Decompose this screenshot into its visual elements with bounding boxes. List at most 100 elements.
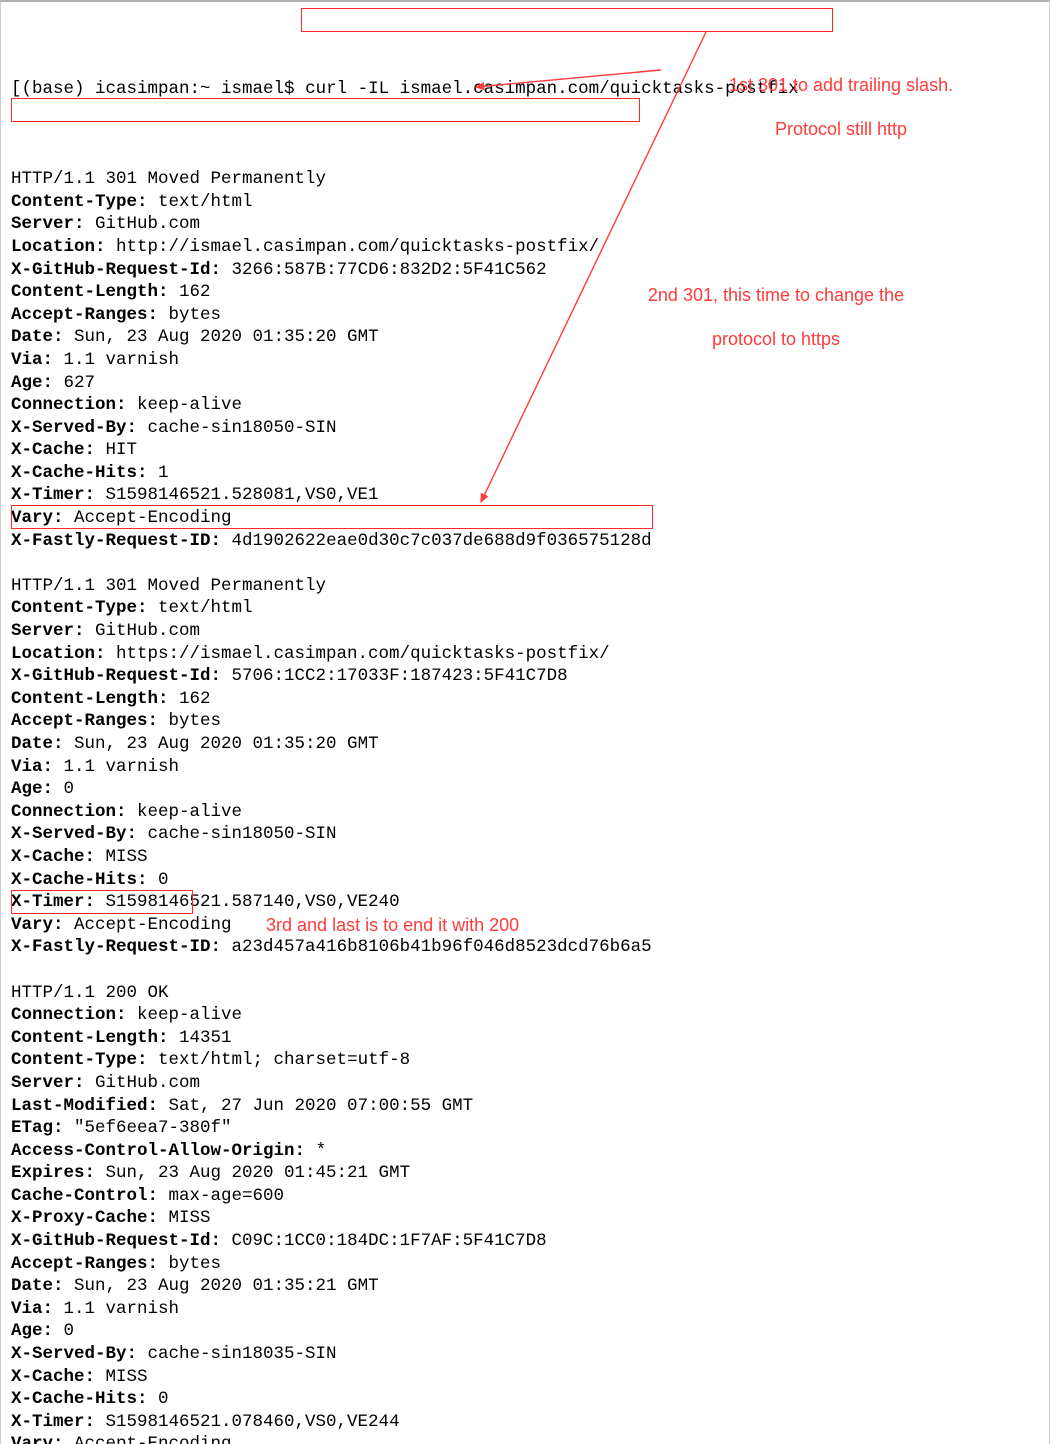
http-header-value: https://ismael.casimpan.com/quicktasks-p… [106,644,610,664]
http-header-line: Connection: keep-alive [11,394,1039,417]
http-header-name: Via: [11,757,53,777]
http-header-value: Sun, 23 Aug 2020 01:35:21 GMT [64,1276,379,1296]
http-header-value: 1.1 varnish [53,757,179,777]
http-header-value: cache-sin18050-SIN [137,824,337,844]
http-status-line: HTTP/1.1 301 Moved Permanently [11,168,1039,191]
http-header-name: Date: [11,327,64,347]
http-header-line: Vary: Accept-Encoding [11,507,1039,530]
http-header-value: text/html; charset=utf-8 [148,1050,411,1070]
http-header-value: 1.1 varnish [53,1299,179,1319]
http-header-line: Connection: keep-alive [11,1004,1039,1027]
http-header-name: Server: [11,621,85,641]
http-header-value: 162 [169,282,211,302]
http-header-value: MISS [95,847,148,867]
annotation-final-200: 3rd and last is to end it with 200 [246,892,566,958]
http-header-name: Content-Length: [11,282,169,302]
terminal-output: [(base) icasimpan:~ ismael$ curl -IL ism… [0,0,1050,1444]
http-header-line: X-Fastly-Request-ID: 4d1902622eae0d30c7c… [11,530,1039,553]
http-header-value: 627 [53,373,95,393]
http-header-line: Content-Type: text/html [11,597,1039,620]
http-header-value: S1598146521.528081,VS0,VE1 [95,485,379,505]
http-header-value: 0 [53,1321,74,1341]
http-header-value: text/html [148,192,253,212]
http-header-name: X-Served-By: [11,824,137,844]
http-header-line: Age: 0 [11,778,1039,801]
blank-line [11,959,1039,982]
http-header-name: Vary: [11,1434,64,1444]
http-header-value: cache-sin18035-SIN [137,1344,337,1364]
http-header-line: Last-Modified: Sat, 27 Jun 2020 07:00:55… [11,1095,1039,1118]
highlight-curl-command [301,8,833,32]
http-header-line: X-Cache: MISS [11,846,1039,869]
http-header-name: Date: [11,734,64,754]
http-header-line: Server: GitHub.com [11,213,1039,236]
annotation-second-redirect: 2nd 301, this time to change the protoco… [581,262,951,372]
http-header-value: GitHub.com [85,621,201,641]
http-header-value: text/html [148,598,253,618]
http-header-value: 0 [148,870,169,890]
http-header-value: bytes [158,1254,221,1274]
http-header-value: bytes [158,711,221,731]
http-header-name: X-Served-By: [11,418,137,438]
http-header-value: max-age=600 [158,1186,284,1206]
http-header-line: Accept-Ranges: bytes [11,1253,1039,1276]
http-header-line: Server: GitHub.com [11,1072,1039,1095]
annotation-text: 3rd and last is to end it with 200 [266,915,519,935]
http-header-value: Sun, 23 Aug 2020 01:35:20 GMT [64,327,379,347]
http-header-name: Vary: [11,915,64,935]
http-header-value: MISS [158,1208,211,1228]
http-header-name: X-Timer: [11,892,95,912]
annotation-first-redirect: 1st 301 to add trailing slash. Protocol … [661,52,1001,162]
http-header-value: S1598146521.078460,VS0,VE244 [95,1412,400,1432]
http-header-name: Accept-Ranges: [11,711,158,731]
http-header-name: Content-Type: [11,192,148,212]
http-header-name: Vary: [11,508,64,528]
http-header-line: Access-Control-Allow-Origin: * [11,1140,1039,1163]
http-header-value: 14351 [169,1028,232,1048]
http-header-line: Server: GitHub.com [11,620,1039,643]
http-header-name: X-Fastly-Request-ID: [11,531,221,551]
http-header-line: Vary: Accept-Encoding [11,1433,1039,1444]
http-header-value: keep-alive [127,1005,243,1025]
http-header-value: http://ismael.casimpan.com/quicktasks-po… [106,237,600,257]
http-header-line: Content-Length: 14351 [11,1027,1039,1050]
http-header-value: C09C:1CC0:184DC:1F7AF:5F41C7D8 [221,1231,547,1251]
http-header-value: 3266:587B:77CD6:832D2:5F41C562 [221,260,547,280]
http-header-name: ETag: [11,1118,64,1138]
http-header-name: Expires: [11,1163,95,1183]
http-status-line: HTTP/1.1 301 Moved Permanently [11,575,1039,598]
highlight-location-http [11,98,640,122]
http-header-line: X-Cache: HIT [11,439,1039,462]
http-header-line: X-Cache-Hits: 0 [11,869,1039,892]
http-header-value: 1 [148,463,169,483]
http-header-name: Last-Modified: [11,1096,158,1116]
http-header-name: X-GitHub-Request-Id: [11,666,221,686]
http-header-name: X-Cache: [11,440,95,460]
http-header-line: X-GitHub-Request-Id: C09C:1CC0:184DC:1F7… [11,1230,1039,1253]
http-header-value: Accept-Encoding [64,1434,232,1444]
http-header-name: Connection: [11,395,127,415]
http-header-name: Location: [11,237,106,257]
http-header-line: Connection: keep-alive [11,801,1039,824]
http-header-value: Sun, 23 Aug 2020 01:45:21 GMT [95,1163,410,1183]
http-header-name: Accept-Ranges: [11,1254,158,1274]
http-header-name: Server: [11,214,85,234]
http-header-line: X-Cache-Hits: 0 [11,1388,1039,1411]
http-header-name: X-Fastly-Request-ID: [11,937,221,957]
http-header-line: X-Cache: MISS [11,1366,1039,1389]
http-header-name: Connection: [11,802,127,822]
http-header-value: Accept-Encoding [64,508,232,528]
http-header-name: X-Cache: [11,1367,95,1387]
http-header-line: ETag: "5ef6eea7-380f" [11,1117,1039,1140]
http-header-line: Expires: Sun, 23 Aug 2020 01:45:21 GMT [11,1162,1039,1185]
http-header-name: X-GitHub-Request-Id: [11,1231,221,1251]
http-header-line: Age: 0 [11,1320,1039,1343]
http-header-value: 0 [148,1389,169,1409]
http-header-line: Via: 1.1 varnish [11,756,1039,779]
http-header-value: * [305,1141,326,1161]
http-header-value: GitHub.com [85,214,201,234]
http-header-name: X-Proxy-Cache: [11,1208,158,1228]
http-header-line: X-Proxy-Cache: MISS [11,1207,1039,1230]
http-header-name: Date: [11,1276,64,1296]
http-header-line: X-Served-By: cache-sin18050-SIN [11,823,1039,846]
